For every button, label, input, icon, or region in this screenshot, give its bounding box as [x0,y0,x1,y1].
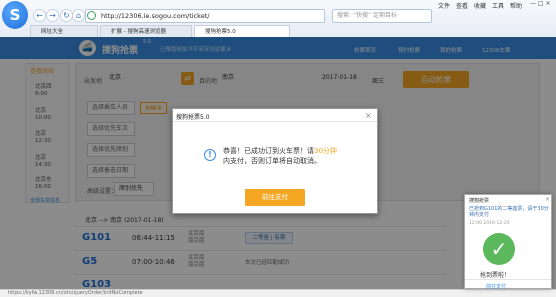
sogou-logo-icon[interactable]: S [2,1,28,29]
dialog-message: 恭喜！已成功订到火车票！请30分钟 内支付，否则订单将自动取消。 [223,147,337,165]
menu-favorites[interactable]: 收藏 [474,1,486,10]
notification-close-icon[interactable]: × [545,196,550,203]
notification-title: 搜狗抢票 [469,198,490,204]
menu-file[interactable]: 文件 [438,1,450,10]
menu-help[interactable]: 帮助 [510,1,522,10]
browser-search-input[interactable]: 搜索: “快搜” 定期目标 [332,9,432,23]
notification-divider [465,279,551,280]
go-pay-button[interactable]: 前往支付 [245,189,305,206]
secure-globe-icon [87,11,96,20]
back-button[interactable]: ← [33,9,46,22]
forward-button[interactable]: → [46,9,59,22]
info-icon: ! [204,149,216,161]
menu-tools[interactable]: 工具 [492,1,504,10]
check-icon: ✓ [483,233,515,265]
close-icon[interactable]: × [365,111,372,120]
dialog-divider [173,121,377,122]
dialog-title: 搜狗抢票5.0 [176,114,210,121]
tab-url-guide[interactable]: 网址大全 [30,25,98,37]
window-controls[interactable]: — □ × [530,0,554,8]
notification-time: 12:00 2016-12-20 [469,221,510,226]
home-button[interactable]: ⌂ [72,9,85,22]
status-bar: https://kyfw.12306.cn/otn/queryOrder/ini… [0,289,556,297]
address-bar[interactable]: http://12306.ie.sogou.com/ticket/ [85,9,325,23]
menu-view[interactable]: 查看 [456,1,468,10]
notification-body: 已抢到G101的二等座票，请于30分钟内支付 [469,206,549,218]
notification-pay-link[interactable]: 前往支付 [486,283,506,290]
notification-success-text: 抢到票啦！ [480,272,511,279]
tab-extensions[interactable]: 扩展 - 搜狗高速浏览器 [100,25,192,37]
tab-sogou-ticket[interactable]: 搜狗抢票5.0 [194,25,290,37]
